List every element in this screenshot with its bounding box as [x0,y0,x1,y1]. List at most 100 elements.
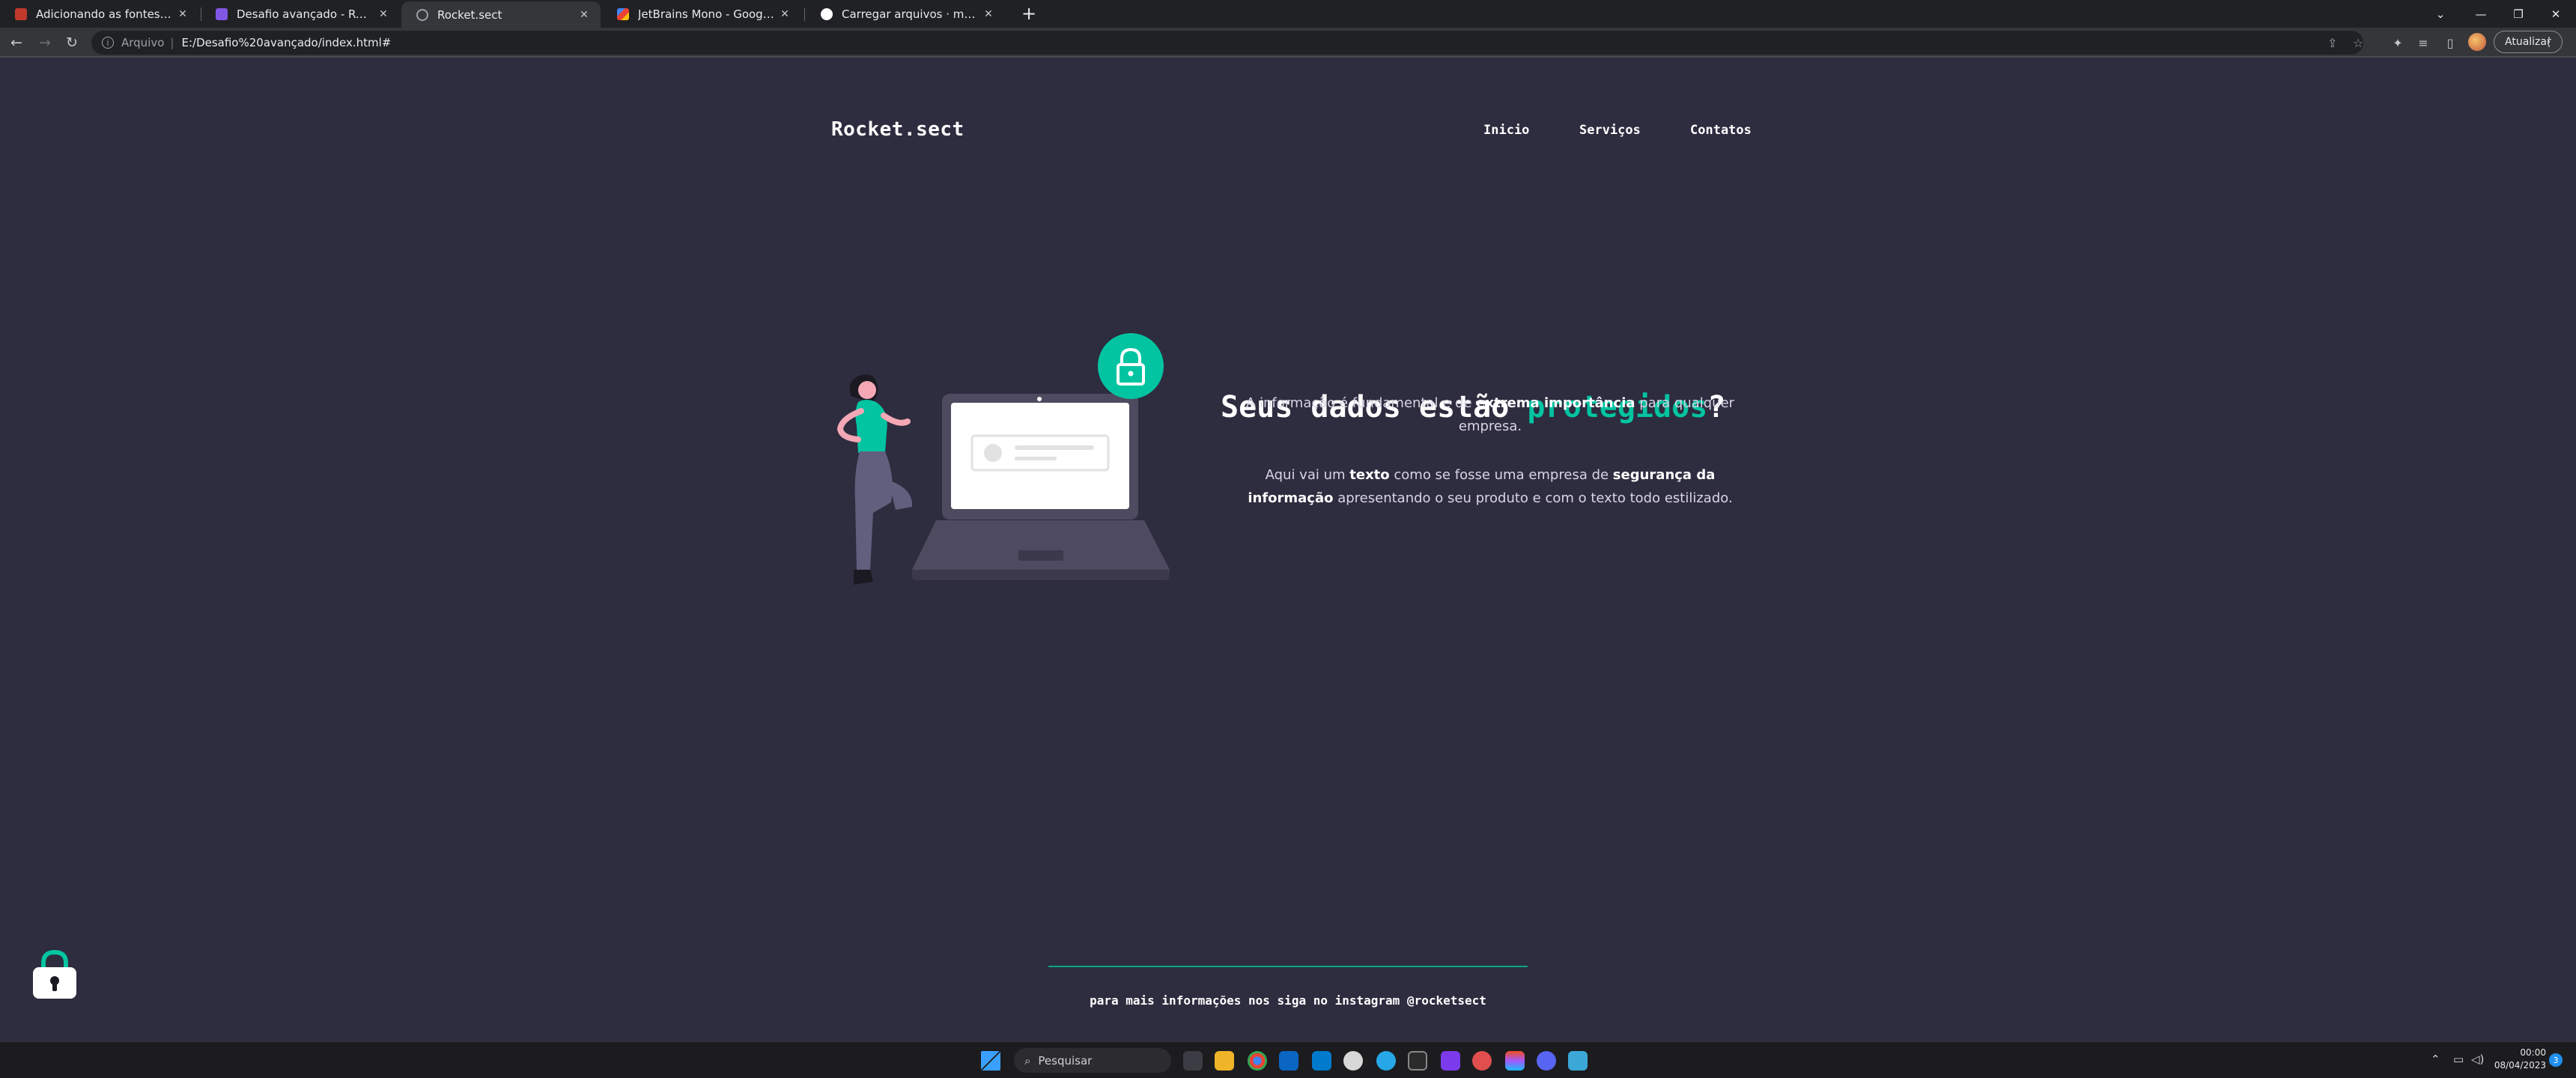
p2-text-c: apresentando o seu produto e com o texto… [1333,490,1733,506]
p2-text-a: Aqui vai um [1265,467,1350,483]
woman-right-arm [881,412,911,426]
update-button[interactable]: Atualizar ⋮ [2494,31,2563,53]
back-icon[interactable]: ← [6,32,27,53]
laptop-display [951,403,1129,509]
new-tab-button[interactable]: + [1018,3,1039,24]
lock-badge-keyhole [1128,371,1134,377]
tab-1[interactable]: Adicionando as fontes e melhorando ✕ [0,0,199,28]
address-bar[interactable]: i Arquivo | E:/Desafio%20avançado/index.… [91,31,2363,55]
restore-icon[interactable]: ❐ [2498,0,2539,28]
address-separator: | [170,36,174,49]
lock-floating-icon[interactable] [31,948,78,1000]
p1-bold: extrema importância [1476,395,1635,411]
file-explorer-icon[interactable] [1215,1051,1234,1071]
info-icon[interactable]: i [102,37,114,49]
task-view-icon[interactable] [1183,1051,1203,1071]
close-tab-icon[interactable]: ✕ [377,8,389,20]
os-taskbar: ⌕ Pesquisar ⌃ ▭ ◁) 00:00 08/04/2023 3 [0,1041,2576,1078]
woman-face [858,381,876,399]
windows-start-icon[interactable] [981,1051,1000,1071]
kotlin-icon[interactable] [1441,1051,1460,1071]
network-icon[interactable]: ▭ [2453,1053,2464,1066]
tab-5[interactable]: Carregar arquivos · mrcrcode/De ✕ [806,0,1005,28]
login-avatar [984,444,1002,462]
site-logo[interactable]: Rocket.sect [831,118,965,141]
reload-icon[interactable]: ↻ [61,32,82,53]
page-viewport: Rocket.sect Inicio Serviços Contatos Seu… [0,59,2576,1041]
notepad-icon[interactable] [1568,1051,1588,1071]
tab-title: JetBrains Mono - Google Fonts [638,7,774,21]
taskbar-search[interactable]: ⌕ Pesquisar [1014,1048,1171,1073]
hero-paragraph-2: Aqui vai um texto como se fosse uma empr… [1236,463,1745,510]
side-panel-icon[interactable]: ▯ [2440,32,2461,53]
tab-title: Carregar arquivos · mrcrcode/De [842,7,978,21]
browser-toolbar: ← → ↻ i Arquivo | E:/Desafio%20avançado/… [0,28,2576,58]
tab-separator [804,7,805,21]
profile-avatar[interactable] [2468,33,2486,51]
p2-text-b: como se fosse uma empresa de [1389,467,1613,483]
laptop-camera [1037,397,1042,401]
globe-icon [416,8,428,21]
bookmark-star-icon[interactable]: ☆ [2353,36,2363,50]
clock-date: 08/04/2023 [2494,1060,2546,1071]
footer-divider [1048,966,1528,967]
github-icon [821,7,833,20]
tray-overflow-icon[interactable]: ⌃ [2431,1053,2440,1066]
terminal-icon[interactable] [1279,1051,1298,1071]
laptop-keyboard [912,520,1170,570]
close-tab-icon[interactable]: ✕ [779,8,791,20]
tab-4[interactable]: JetBrains Mono - Google Fonts ✕ [602,0,801,28]
tab-title: Adicionando as fontes e melhorando [36,7,172,21]
nav-link-servicos[interactable]: Serviços [1579,123,1641,138]
figma-icon[interactable] [1505,1051,1525,1071]
taskbar-search-placeholder: Pesquisar [1038,1053,1093,1068]
tab-search-icon[interactable]: ⌄ [2420,0,2461,28]
tab-3-active[interactable]: Rocket.sect ✕ [401,1,601,28]
close-tab-icon[interactable]: ✕ [177,8,189,20]
laptop-trackpad [1018,550,1063,561]
address-url[interactable]: E:/Desafio%20avançado/index.html# [181,36,391,49]
taskbar-clock[interactable]: 00:00 08/04/2023 [2494,1047,2546,1072]
hero-illustration [836,333,1170,585]
browser-tab-strip: Adicionando as fontes e melhorando ✕ Des… [0,0,2576,28]
p2-bold: texto [1349,467,1390,483]
login-line-2 [1015,457,1057,460]
login-line-1 [1015,445,1094,450]
minimize-icon[interactable]: — [2461,0,2501,28]
close-tab-icon[interactable]: ✕ [578,9,590,21]
footer-text: para mais informações nos siga no instag… [1090,993,1486,1008]
extensions-icon[interactable]: ✦ [2387,32,2408,53]
chrome-icon[interactable] [1248,1051,1267,1071]
forward-icon[interactable]: → [34,32,55,53]
rocket-icon [216,7,228,20]
tab-title: Rocket.sect [437,7,502,22]
reading-list-icon[interactable]: ≡ [2413,32,2434,53]
github-desktop-icon[interactable] [1408,1051,1427,1071]
close-tab-icon[interactable]: ✕ [982,8,994,20]
address-scheme-label: Arquivo [121,36,165,49]
google-fonts-icon [617,7,629,20]
tab-title: Desafio avançado - Recriando layo [237,7,373,21]
notification-badge[interactable]: 3 [2549,1053,2563,1067]
share-icon[interactable]: ⇪ [2327,36,2337,50]
discord-icon[interactable] [1537,1051,1556,1071]
nav-link-contatos[interactable]: Contatos [1690,123,1752,138]
hero-paragraph-1: A informação é fundamental e de extrema … [1236,392,1745,438]
search-icon: ⌕ [1024,1053,1031,1068]
woman-legs [854,451,893,570]
todo-icon[interactable] [1472,1051,1492,1071]
woman-shirt [855,400,887,453]
vscode-icon[interactable] [1312,1051,1331,1071]
notion-icon [15,7,27,20]
telegram-icon[interactable] [1376,1051,1396,1071]
p1-text-a: A informação é fundamental e de [1245,395,1477,411]
volume-icon[interactable]: ◁) [2471,1053,2484,1066]
clock-time: 00:00 [2520,1047,2546,1058]
menu-dots-icon[interactable]: ⋮ [2543,34,2555,49]
nav-link-inicio[interactable]: Inicio [1483,123,1529,138]
laptop-base-edge [912,570,1170,580]
close-window-icon[interactable]: ✕ [2536,0,2576,28]
tab-2[interactable]: Desafio avançado - Recriando layo ✕ [201,0,400,28]
woman-shoe [854,570,873,585]
app-icon[interactable] [1343,1051,1363,1071]
